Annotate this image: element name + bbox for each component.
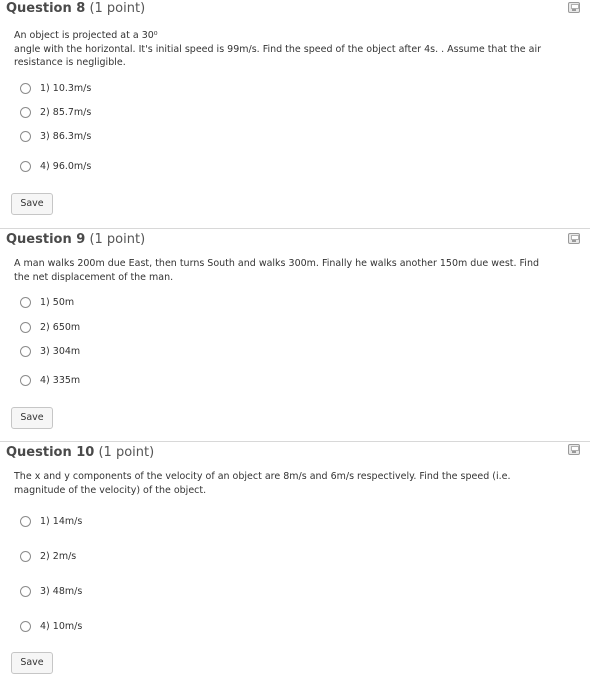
question-text: The x and y components of the velocity o… (14, 470, 574, 497)
answer-option-1[interactable]: 1) 14m/s (20, 514, 82, 528)
answer-option-label: 1) 10.3m/s (40, 82, 92, 94)
question-8: Question 8 (1 point) An object is projec… (0, 0, 590, 215)
question-9: Question 9 (1 point) A man walks 200m du… (0, 228, 590, 429)
answer-option-label: 3) 86.3m/s (40, 130, 92, 142)
question-text-line: An object is projected at a 30⁰ (14, 30, 158, 41)
answer-option-3[interactable]: 3) 48m/s (20, 584, 82, 598)
answer-option-label: 1) 14m/s (40, 515, 83, 527)
answer-option-label: 3) 48m/s (40, 585, 83, 597)
question-header: Question 9 (1 point) (0, 228, 590, 249)
question-title: Question 8 (1 point) (6, 0, 145, 18)
answer-option-label: 3) 304m (40, 345, 81, 357)
answer-option-label: 1) 50m (40, 296, 75, 308)
answer-option-2[interactable]: 2) 85.7m/s (20, 105, 91, 119)
question-title: Question 9 (1 point) (6, 231, 145, 249)
answer-option-label: 4) 10m/s (40, 620, 83, 632)
save-button[interactable]: Save (11, 652, 53, 674)
question-text: A man walks 200m due East, then turns So… (14, 257, 574, 284)
question-text-line: the net displacement of the man. (14, 271, 174, 283)
question-points: (1 point) (89, 232, 146, 247)
answer-option-label: 4) 335m (40, 374, 81, 386)
question-points: (1 point) (89, 1, 146, 16)
answer-option-2[interactable]: 2) 2m/s (20, 549, 76, 563)
question-text-line: magnitude of the velocity) of the object… (14, 484, 207, 496)
save-button[interactable]: Save (11, 407, 53, 429)
answer-option-label: 2) 2m/s (40, 550, 77, 562)
question-text-line: A man walks 200m due East, then turns So… (14, 258, 540, 269)
save-icon[interactable] (568, 444, 580, 455)
question-title: Question 10 (1 point) (6, 444, 154, 462)
answer-option-4[interactable]: 4) 335m (20, 373, 80, 387)
question-points: (1 point) (98, 445, 155, 460)
question-10: Question 10 (1 point) The x and y compon… (0, 441, 590, 674)
question-text-line: angle with the horizontal. It's initial … (14, 43, 541, 55)
answer-option-2[interactable]: 2) 650m (20, 320, 80, 334)
question-header: Question 10 (1 point) (0, 441, 590, 462)
radio-button[interactable] (20, 345, 31, 357)
question-number: Question 8 (6, 1, 86, 16)
radio-button[interactable] (20, 585, 31, 597)
save-button[interactable]: Save (11, 193, 53, 215)
radio-button[interactable] (20, 130, 31, 142)
answer-option-4[interactable]: 4) 10m/s (20, 619, 82, 633)
radio-button[interactable] (20, 106, 31, 118)
answer-option-label: 4) 96.0m/s (40, 160, 92, 172)
radio-button[interactable] (20, 550, 31, 562)
question-text: An object is projected at a 30⁰ angle wi… (14, 29, 574, 70)
answer-option-label: 2) 650m (40, 321, 81, 333)
question-number: Question 9 (6, 232, 86, 247)
radio-button[interactable] (20, 160, 31, 172)
answer-option-4[interactable]: 4) 96.0m/s (20, 159, 91, 173)
answer-option-1[interactable]: 1) 10.3m/s (20, 81, 91, 95)
radio-button[interactable] (20, 82, 31, 94)
save-icon[interactable] (568, 2, 580, 13)
radio-button[interactable] (20, 374, 31, 386)
radio-button[interactable] (20, 321, 31, 333)
answer-option-3[interactable]: 3) 304m (20, 344, 80, 358)
answer-option-1[interactable]: 1) 50m (20, 295, 74, 309)
radio-button[interactable] (20, 620, 31, 632)
question-text-line: The x and y components of the velocity o… (14, 471, 511, 482)
answer-option-label: 2) 85.7m/s (40, 106, 92, 118)
question-number: Question 10 (6, 445, 95, 460)
radio-button[interactable] (20, 296, 31, 308)
save-icon[interactable] (568, 233, 580, 244)
answer-option-3[interactable]: 3) 86.3m/s (20, 129, 91, 143)
question-text-line: resistance is negligible. (14, 57, 126, 68)
question-header: Question 8 (1 point) (0, 0, 590, 20)
radio-button[interactable] (20, 515, 31, 527)
